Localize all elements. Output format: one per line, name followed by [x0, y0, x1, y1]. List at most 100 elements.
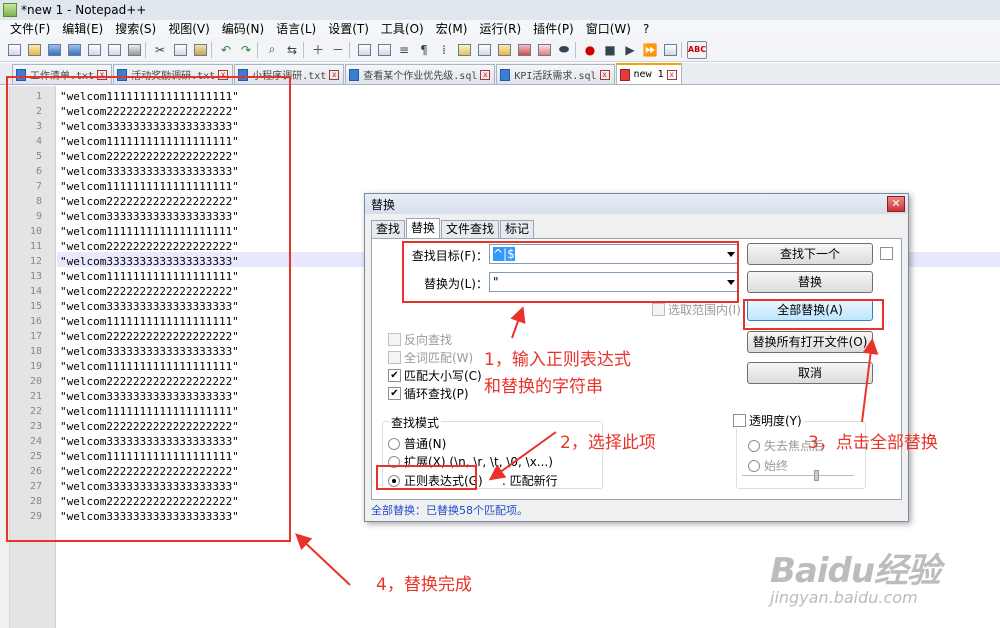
new-file-icon[interactable]: [5, 41, 23, 59]
monitoring-icon[interactable]: [515, 41, 533, 59]
normal-mode-radio[interactable]: 普通(N): [388, 435, 446, 452]
menu-file[interactable]: 文件(F): [4, 20, 56, 38]
menu-window[interactable]: 窗口(W): [580, 20, 637, 38]
find-icon[interactable]: ⌕: [263, 41, 281, 59]
annotation-step1-line2: 和替换的字符串: [484, 377, 603, 397]
menu-plugins[interactable]: 插件(P): [527, 20, 580, 38]
open-file-icon[interactable]: [25, 41, 43, 59]
close-icon[interactable]: x: [329, 69, 340, 80]
always-radio[interactable]: 始终: [748, 457, 788, 474]
copy-icon[interactable]: [171, 41, 189, 59]
tab-find-in-files[interactable]: 文件查找: [441, 220, 500, 238]
status-message: 全部替换：已替换58个匹配项。: [371, 504, 528, 517]
wrap-checkbox[interactable]: ✔ 循环查找(P): [388, 385, 469, 402]
zoom-out-icon[interactable]: －: [329, 41, 347, 59]
print-icon[interactable]: [125, 41, 143, 59]
zoom-in-icon[interactable]: ＋: [309, 41, 327, 59]
stop-icon[interactable]: ⬬: [555, 41, 573, 59]
toolbar: ✂ ↶ ↷ ⌕ ⇆ ＋ － ≡ ¶ ⁞ ⬬ ● ■ ▶ ⏩ ABC: [0, 38, 1000, 62]
dialog-title-bar: 替换 ✕: [365, 194, 908, 214]
in-selection-label: 选取范围内(I): [668, 303, 741, 317]
stop-macro-icon[interactable]: ■: [601, 41, 619, 59]
sync-horizontal-icon[interactable]: [375, 41, 393, 59]
tab-kpi-active[interactable]: KPI活跃需求.sql x: [496, 64, 615, 84]
menu-help[interactable]: ?: [637, 20, 655, 38]
cut-icon[interactable]: ✂: [151, 41, 169, 59]
checkbox-box: [652, 303, 665, 316]
dot-newline-checkbox[interactable]: . 匹配新行: [502, 472, 558, 489]
save-macro-icon[interactable]: [661, 41, 679, 59]
paste-icon[interactable]: [191, 41, 209, 59]
tab-mark[interactable]: 标记: [500, 220, 535, 238]
tab-find[interactable]: 查找: [371, 220, 406, 238]
transparency-checkbox[interactable]: 透明度(Y): [733, 412, 804, 429]
unsaved-file-icon: [619, 68, 630, 81]
close-icon[interactable]: ✕: [887, 196, 905, 212]
menu-settings[interactable]: 设置(T): [322, 20, 375, 38]
menu-edit[interactable]: 编辑(E): [56, 20, 109, 38]
tab-label: 查看某个作业优先级.sql: [363, 71, 478, 82]
always-label: 始终: [764, 459, 789, 473]
checkbox-box: [733, 414, 746, 427]
radio-dot: [748, 459, 760, 472]
reverse-checkbox[interactable]: 反向查找: [388, 331, 452, 348]
play-multiple-icon[interactable]: ⏩: [641, 41, 659, 59]
title-bar: *new 1 - Notepad++: [0, 0, 1000, 20]
close-file-icon[interactable]: [85, 41, 103, 59]
tab-replace[interactable]: 替换: [406, 218, 441, 238]
toolbar-separator: [211, 41, 215, 58]
tab-job-priority[interactable]: 查看某个作业优先级.sql x: [345, 64, 496, 84]
dialog-title: 替换: [371, 197, 396, 212]
user-lang-icon[interactable]: [535, 41, 553, 59]
checkmark-icon: ✔: [388, 387, 401, 400]
close-all-icon[interactable]: [105, 41, 123, 59]
notepad-app-icon: [3, 3, 17, 17]
sync-vertical-icon[interactable]: [355, 41, 373, 59]
toolbar-separator: [257, 41, 261, 58]
menu-view[interactable]: 视图(V): [162, 20, 216, 38]
cancel-button[interactable]: 取消: [747, 362, 873, 384]
replace-button[interactable]: 替换: [747, 271, 873, 293]
replace-icon[interactable]: ⇆: [283, 41, 301, 59]
close-icon[interactable]: x: [599, 69, 610, 80]
close-icon[interactable]: x: [666, 69, 677, 80]
annotation-step4: 4，替换完成: [376, 575, 472, 595]
word-wrap-icon[interactable]: ≡: [395, 41, 413, 59]
find-next-option-checkbox[interactable]: [880, 247, 896, 260]
menu-encoding[interactable]: 编码(N): [216, 20, 270, 38]
toolbar-separator: [145, 41, 149, 58]
slider-thumb[interactable]: [814, 470, 819, 481]
radio-dot: [748, 439, 760, 452]
save-icon[interactable]: [45, 41, 63, 59]
spell-check-icon[interactable]: ABC: [687, 40, 707, 59]
play-macro-icon[interactable]: ▶: [621, 41, 639, 59]
dialog-tabs: 查找 替换 文件查找 标记: [371, 218, 535, 238]
show-all-chars-icon[interactable]: ¶: [415, 41, 433, 59]
save-all-icon[interactable]: [65, 41, 83, 59]
menu-run[interactable]: 运行(R): [473, 20, 527, 38]
match-case-label: 匹配大小写(C): [404, 369, 482, 383]
tab-new-1[interactable]: new 1x: [615, 63, 682, 84]
menu-language[interactable]: 语言(L): [270, 20, 322, 38]
search-mode-title: 查找模式: [389, 414, 442, 431]
indent-guide-icon[interactable]: ⁞: [435, 41, 453, 59]
transparency-slider[interactable]: [742, 470, 854, 481]
function-list-icon[interactable]: [475, 41, 493, 59]
doc-map-icon[interactable]: [455, 41, 473, 59]
close-icon[interactable]: x: [480, 69, 491, 80]
annotation-box-editor: [6, 76, 291, 542]
menu-search[interactable]: 搜索(S): [109, 20, 162, 38]
in-selection-checkbox[interactable]: 选取范围内(I): [652, 301, 741, 318]
redo-icon[interactable]: ↷: [237, 41, 255, 59]
menu-tools[interactable]: 工具(O): [375, 20, 430, 38]
record-macro-icon[interactable]: ●: [581, 41, 599, 59]
replace-all-open-button[interactable]: 替换所有打开文件(O): [747, 331, 873, 353]
whole-word-checkbox[interactable]: 全词匹配(W): [388, 349, 473, 366]
menu-macro[interactable]: 宏(M): [430, 20, 474, 38]
checkbox-box: [388, 351, 401, 364]
checkbox-box: [880, 247, 893, 260]
match-case-checkbox[interactable]: ✔ 匹配大小写(C): [388, 367, 482, 384]
find-next-button[interactable]: 查找下一个: [747, 243, 873, 265]
undo-icon[interactable]: ↶: [217, 41, 235, 59]
folder-workspace-icon[interactable]: [495, 41, 513, 59]
